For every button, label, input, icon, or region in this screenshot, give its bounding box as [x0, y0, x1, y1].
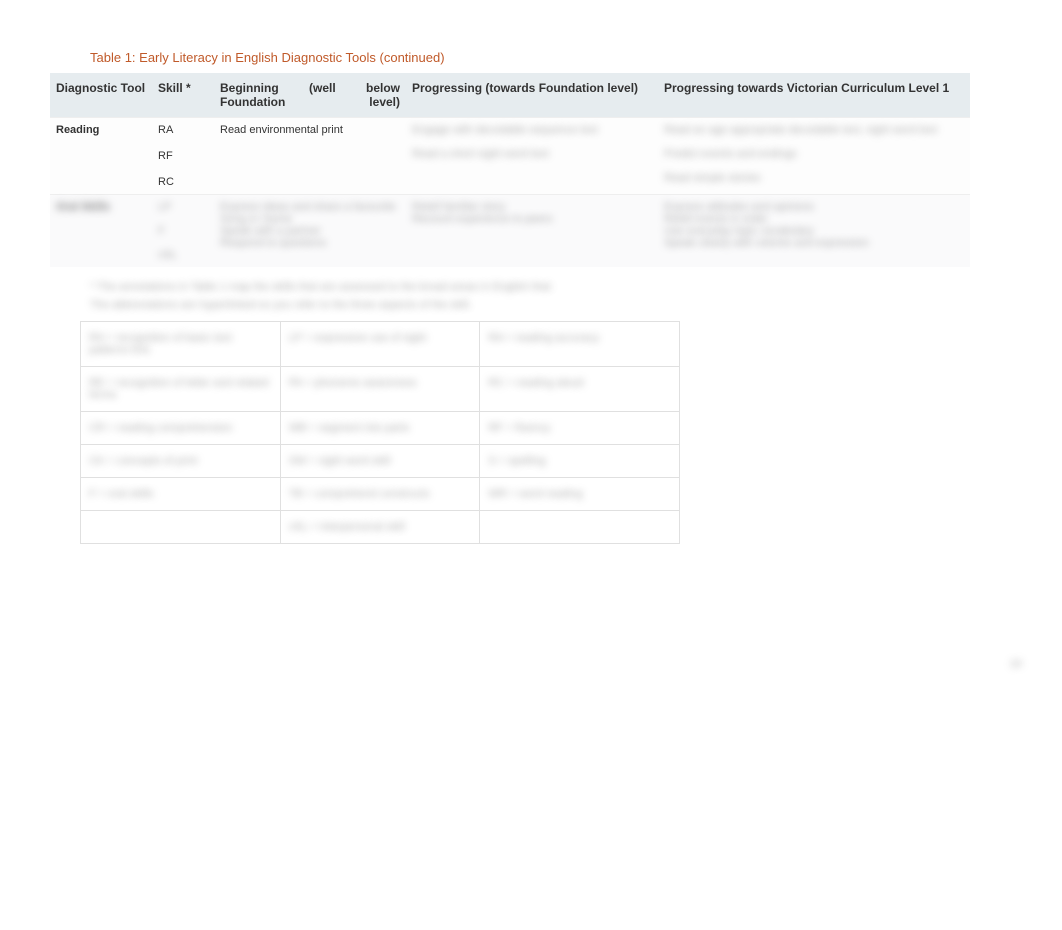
legend-cell: WR = word reading: [480, 478, 680, 511]
legend-cell: S = spelling: [480, 445, 680, 478]
cell-beginning: Express ideas and share a favouriteSong …: [214, 195, 406, 268]
legend-table: RA = recognition of basic text patterns …: [80, 321, 680, 544]
table-row: Oral Skills LP F vSL Express ideas and s…: [50, 195, 970, 268]
table-caption: Table 1: Early Literacy in English Diagn…: [90, 50, 1022, 65]
legend-cell: PA = phoneme awareness: [280, 367, 480, 412]
legend-lead: The abbreviations are hyperlinked so you…: [90, 299, 1022, 311]
table-row: Reading RA RF RC Read environmental prin…: [50, 118, 970, 195]
legend-cell: WB = segment into parts: [280, 412, 480, 445]
legend-cell: CK = concepts of print: [81, 445, 281, 478]
page-number: 10: [1010, 658, 1022, 670]
legend-cell: RE = recognition of letter and related f…: [81, 367, 281, 412]
cell-progressing-f: Retell familiar storyRecount experience …: [406, 195, 658, 268]
legend-cell: SW = sight word skill: [280, 445, 480, 478]
cell-skills: RA RF RC: [152, 118, 214, 195]
cell-beginning: Read environmental print: [214, 118, 406, 195]
header-progressing-l1: Progressing towards Victorian Curriculum…: [658, 73, 970, 118]
cell-tool: Reading: [50, 118, 152, 195]
legend-cell: vSL = interpersonal skill: [280, 511, 480, 544]
header-skill: Skill *: [152, 73, 214, 118]
legend-cell: [480, 511, 680, 544]
legend-cell: CR = reading comprehension: [81, 412, 281, 445]
legend-cell: RA = recognition of basic text patterns …: [81, 322, 281, 367]
diagnostic-table: Diagnostic Tool Skill * Beginning (well …: [50, 73, 970, 267]
cell-progressing-f: Engage with decodable sequence text Read…: [406, 118, 658, 195]
cell-progressing-l1: Express attitudes and opinionsRetell eve…: [658, 195, 970, 268]
legend-cell: F = oral skills: [81, 478, 281, 511]
header-progressing-f: Progressing (towards Foundation level): [406, 73, 658, 118]
cell-tool: Oral Skills: [50, 195, 152, 268]
legend-cell: RA = reading accuracy: [480, 322, 680, 367]
cell-progressing-l1: Read an age appropriate decodable text, …: [658, 118, 970, 195]
header-beginning: Beginning (well below Foundation level): [214, 73, 406, 118]
legend-cell: [81, 511, 281, 544]
legend-cell: RF = fluency: [480, 412, 680, 445]
footnote: * The annotations in Table 1 map the ski…: [90, 281, 1022, 293]
legend-cell: RC = reading aloud: [480, 367, 680, 412]
cell-skills: LP F vSL: [152, 195, 214, 268]
legend-cell: TB = comprehend constructs: [280, 478, 480, 511]
header-diagnostic-tool: Diagnostic Tool: [50, 73, 152, 118]
legend-cell: LP = expressive use of sight: [280, 322, 480, 367]
